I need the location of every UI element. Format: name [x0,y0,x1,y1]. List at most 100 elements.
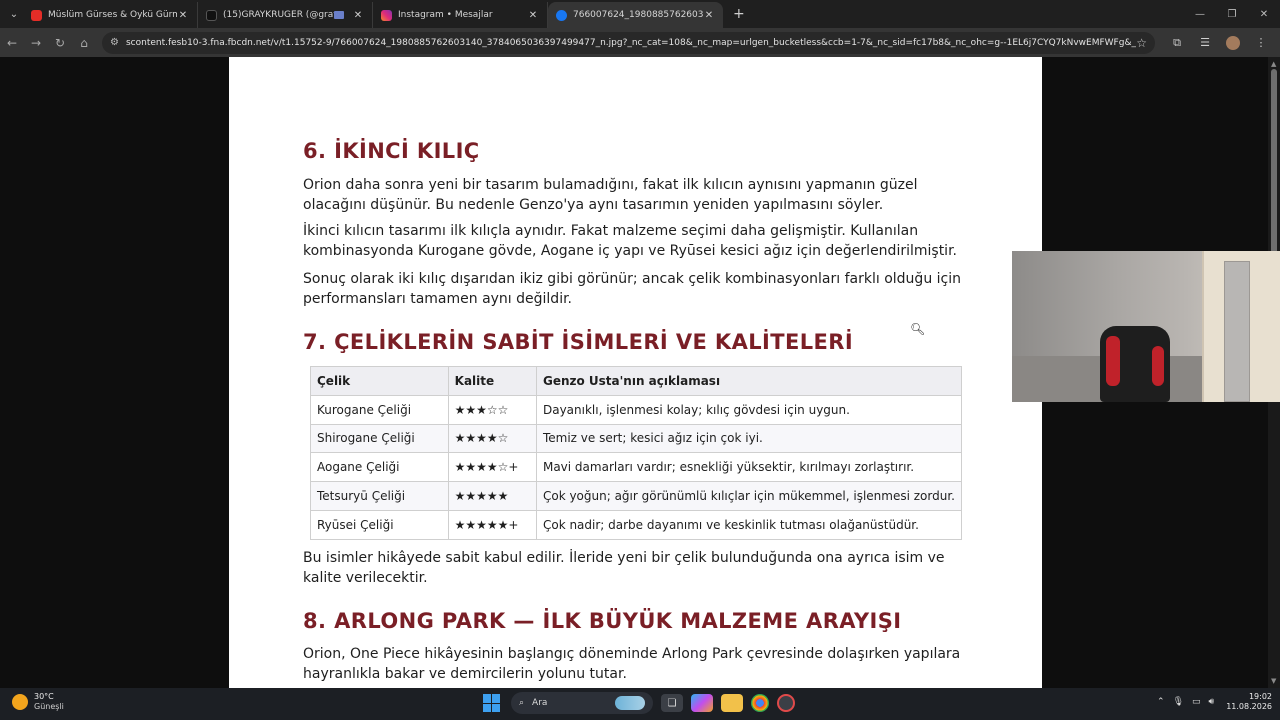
paragraph-6a: Orion daha sonra yeni bir tasarım bulama… [303,177,918,213]
steel-quality-table: Çelik Kalite Genzo Usta'nın açıklaması K… [310,366,963,540]
webcam-overlay [1012,251,1280,402]
quality-stars: ★★★★☆ [447,423,537,454]
browser-tab-3[interactable]: Instagram • Mesajlar ✕ [373,2,548,28]
description: Çok nadir; darbe dayanımı ve keskinlik t… [535,509,963,540]
facebook-icon [556,9,567,21]
window-controls: — ❐ ✕ [1184,0,1280,28]
table-row: Ryūsei Çeliği ★★★★★+ Çok nadir; darbe da… [310,509,963,540]
close-tab-icon[interactable]: ✕ [352,10,364,21]
heading-section-6: 6. İKİNCİ KILIÇ [303,139,480,163]
close-tab-icon[interactable]: ✕ [177,10,189,21]
description: Mavi damarları vardır; esnekliği yüksekt… [535,452,963,483]
scroll-up-icon[interactable]: ▲ [1271,60,1276,68]
taskbar-search[interactable]: ⌕ Ara [511,692,653,714]
task-view-icon[interactable]: ❏ [661,694,683,712]
close-window-icon[interactable]: ✕ [1248,9,1280,20]
paragraph-6c: Sonuç olarak iki kılıç dışarıdan ikiz gi… [303,271,961,307]
menu-icon[interactable]: ⋮ [1247,36,1275,49]
quality-stars: ★★★★★ [447,481,537,511]
tab-title: 766007624_1980885762603140 [573,10,703,20]
toolbar-actions: ⧉ ☰ ⋮ [1163,35,1275,50]
browser-tab-2[interactable]: (15)GRAYKRUGER (@graykr ✕ [198,2,373,28]
webcam-chair-accent [1106,336,1120,386]
steel-name: Kurogane Çeliği [310,394,449,425]
bookmark-star-icon[interactable]: ☆ [1136,36,1147,50]
tiktok-icon [206,9,217,21]
tab-search-chevron-icon[interactable]: ⌄ [5,5,23,23]
close-tab-icon[interactable]: ✕ [527,10,539,21]
speaker-icon[interactable]: 🔊︎ [1209,697,1215,707]
recording-app-icon[interactable] [777,694,795,712]
forward-icon[interactable]: → [24,36,48,50]
copilot-icon[interactable] [691,694,713,712]
clock[interactable]: 19:02 11.08.2026 [1226,692,1272,712]
system-tray: ⌃ 🎙︎ ▭ 🔊︎ 19:02 11.08.2026 [1149,692,1272,712]
address-bar[interactable]: ⚙ scontent.fesb10-3.fna.fbcdn.net/v/t1.1… [102,31,1155,54]
temperature: 30°C [34,692,54,701]
windows-taskbar: 30°C Güneşli ⌕ Ara ❏ ⌃ 🎙︎ ▭ 🔊︎ 19:02 11.… [0,688,1280,720]
scrollbar-thumb[interactable] [1271,69,1277,259]
column-header: Genzo Usta'nın açıklaması [535,366,963,396]
weather-widget[interactable]: 30°C Güneşli [12,692,64,712]
youtube-icon [31,9,42,21]
microphone-icon[interactable]: 🎙︎ [1173,697,1184,707]
close-tab-icon[interactable]: ✕ [703,10,715,21]
scroll-down-icon[interactable]: ▼ [1271,677,1276,685]
column-header: Çelik [310,366,449,396]
back-icon[interactable]: ← [0,36,24,50]
table-row: Tetsuryū Çeliği ★★★★★ Çok yoğun; ağır gö… [310,481,963,511]
extensions-icon[interactable]: ⧉ [1163,36,1191,50]
picture-in-picture-icon [334,11,344,19]
quality-stars: ★★★★★+ [447,509,537,540]
reading-list-icon[interactable]: ☰ [1191,36,1219,49]
reload-icon[interactable]: ↻ [48,36,72,50]
tab-title: Instagram • Mesajlar [398,10,493,20]
tab-title: Müslüm Gürses & Öykü Gürman [48,10,177,20]
steel-name: Tetsuryū Çeliği [310,481,449,511]
description: Temiz ve sert; kesici ağız için çok iyi. [535,423,963,454]
new-tab-button[interactable]: + [733,6,745,22]
webcam-chair-accent [1152,346,1164,386]
browser-toolbar: ← → ↻ ⌂ ⚙ scontent.fesb10-3.fna.fbcdn.ne… [0,28,1280,57]
taskbar-center: ⌕ Ara ❏ [483,692,795,714]
chrome-icon[interactable] [751,694,769,712]
heading-section-7: 7. ÇELİKLERİN SABİT İSİMLERİ VE KALİTELE… [303,330,854,354]
steel-name: Ryūsei Çeliği [310,509,449,540]
tab-title: (15)GRAYKRUGER (@graykr [223,10,334,20]
paragraph-8: Orion, One Piece hikâyesinin başlangıç d… [303,646,961,682]
description: Çok yoğun; ağır görünümlü kılıçlar için … [535,481,963,511]
sun-icon [12,694,28,710]
home-icon[interactable]: ⌂ [72,36,96,50]
search-icon: ⌕ [519,698,525,708]
table-row: Shirogane Çeliği ★★★★☆ Temiz ve sert; ke… [310,423,963,454]
webcam-door [1224,261,1250,402]
url-text[interactable]: scontent.fesb10-3.fna.fbcdn.net/v/t1.157… [126,38,1136,48]
steel-name: Shirogane Çeliği [310,423,449,454]
quality-stars: ★★★☆☆ [447,394,537,425]
profile-avatar[interactable] [1226,35,1240,50]
table-row: Kurogane Çeliği ★★★☆☆ Dayanıklı, işlenme… [310,394,963,425]
paragraph-6b: İkinci kılıcın tasarımı ilk kılıçla aynı… [303,223,957,259]
quality-stars: ★★★★☆+ [447,452,537,483]
clock-time: 19:02 [1248,692,1272,701]
windows-start-icon[interactable] [483,694,501,712]
site-info-icon[interactable]: ⚙ [110,37,119,48]
table-header-row: Çelik Kalite Genzo Usta'nın açıklaması [310,366,963,396]
steel-name: Aogane Çeliği [310,452,449,483]
weather-condition: Güneşli [34,702,64,711]
document-page: 6. İKİNCİ KILIÇ Orion daha sonra yeni bi… [229,57,1042,688]
heading-section-8: 8. ARLONG PARK — İLK BÜYÜK MALZEME ARAYI… [303,609,902,633]
minimize-icon[interactable]: — [1184,9,1216,20]
display-icon[interactable]: ▭ [1192,697,1201,707]
search-highlight-image [615,696,645,710]
file-explorer-icon[interactable] [721,694,743,712]
column-header: Kalite [447,366,537,396]
search-label: Ara [532,698,548,708]
chevron-up-icon[interactable]: ⌃ [1157,697,1165,707]
restore-icon[interactable]: ❐ [1216,9,1248,20]
table-row: Aogane Çeliği ★★★★☆+ Mavi damarları vard… [310,452,963,483]
browser-tab-1[interactable]: Müslüm Gürses & Öykü Gürman ✕ [23,2,198,28]
paragraph-7: Bu isimler hikâyede sabit kabul edilir. … [303,550,945,586]
browser-tab-4-active[interactable]: 766007624_1980885762603140 ✕ [548,2,723,28]
zoom-in-cursor-icon: 🔍︎ [910,322,926,336]
